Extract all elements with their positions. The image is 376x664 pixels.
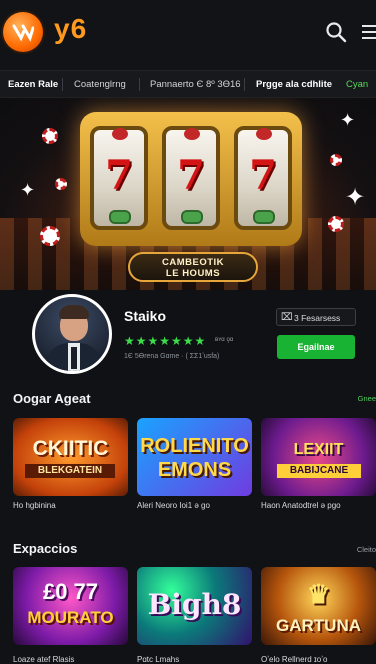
reel-symbol: 7 — [177, 152, 205, 199]
fruit-icon — [181, 210, 203, 224]
avatar-hair — [59, 305, 89, 319]
game-card-art-subtitle: EMONS — [157, 459, 232, 481]
top-header: y6 — [0, 0, 376, 70]
game-card-caption[interactable]: Ho hgbinina — [13, 501, 56, 510]
fruit-icon — [253, 210, 275, 224]
game-card[interactable]: ♛ GARTUNA — [261, 567, 376, 645]
game-card[interactable]: CKIITIC BLEKGATEIN — [13, 418, 128, 496]
search-icon[interactable] — [325, 21, 347, 43]
game-card-art-subtitle: BABIJCANE — [277, 464, 361, 478]
profile-name: Staiko — [124, 308, 167, 324]
reel-symbol: 7 — [249, 152, 277, 199]
menu-icon[interactable] — [362, 25, 376, 39]
casino-chip-icon — [328, 216, 344, 232]
game-card-art-subtitle: BLEKGATEIN — [25, 464, 115, 478]
game-card-emblem-icon: ♛ — [306, 579, 331, 609]
cherry-icon — [184, 128, 200, 140]
game-card-caption[interactable]: Loaze atef Rlasis — [13, 655, 74, 664]
section-title-2: Expaccios — [13, 541, 78, 556]
game-card-art-title: £0 77 — [42, 579, 99, 604]
game-card-art-title: ROLIENITO — [140, 435, 249, 457]
profile-action-button[interactable]: Egailnae — [277, 335, 355, 359]
casino-chip-icon — [330, 154, 342, 166]
slot-reel: 7 — [162, 126, 220, 230]
divider — [62, 78, 63, 91]
game-card[interactable]: Bigh8 — [137, 567, 252, 645]
profile-stat-box: ⌧ 3 Fesarsess — [276, 308, 356, 326]
divider — [244, 78, 245, 91]
cherry-icon — [112, 128, 128, 140]
game-card-art-subtitle: MOURATO — [27, 608, 114, 627]
hero-tag-line2: LE HOUMS — [165, 268, 221, 279]
tab-category-2[interactable]: Coatenglrng — [74, 79, 126, 90]
fruit-icon — [109, 210, 131, 224]
game-card[interactable]: £0 77 MOURATO — [13, 567, 128, 645]
game-card-art-title: Bigh8 — [147, 588, 242, 621]
slot-machine: 7 7 7 — [80, 112, 302, 246]
profile-meta: 1Є 5Өrena Gɑme · ( ΣΣ1ʼusfa) — [124, 353, 220, 360]
avatar-tie — [71, 347, 77, 369]
cherry-icon — [256, 128, 272, 140]
game-card-caption[interactable]: Oʼelo Rellnerd ɪoʼo — [261, 655, 327, 664]
game-card-art-title: GARTUNA — [276, 616, 361, 635]
section-more-link-2[interactable]: Cleito — [357, 545, 376, 554]
game-card[interactable]: LEXIIT BABIJCANE — [261, 418, 376, 496]
profile-stat-text: 3 Fesarsess — [294, 313, 341, 323]
section-title-1: Oogar Ageat — [13, 391, 91, 406]
tab-category-5[interactable]: Cyan — [346, 79, 368, 90]
hero-promo-badge[interactable]: CAMBEOTIK LE HOUMS — [128, 252, 258, 282]
game-card-caption[interactable]: Pɑtc Lmahs — [137, 655, 179, 664]
hero-banner[interactable]: ✦ ✦ ✦ 7 7 7 CAMBEOTIK LE HOUMS — [0, 98, 376, 290]
logo-text[interactable]: y6 — [54, 13, 87, 45]
tab-category-3[interactable]: Pannaerto Є 8º 3Ө16 — [150, 79, 241, 90]
app-root: y6 Eazen Rale Coatenglrng Pannaerto Є 8º… — [0, 0, 376, 664]
game-card[interactable]: ROLIENITO EMONS — [137, 418, 252, 496]
tab-category-1[interactable]: Eazen Rale — [8, 79, 58, 90]
game-card-art-title: LEXIIT — [293, 441, 344, 458]
rating-stars-icon: ★★★★★★★ — [124, 334, 207, 348]
section-more-link-1[interactable]: Gnee — [358, 394, 376, 403]
sparkle-icon: ✦ — [340, 110, 356, 130]
sparkle-icon: ✦ — [20, 180, 36, 200]
hero-tag-line1: CAMBEOTIK — [161, 257, 225, 268]
casino-chip-icon — [55, 178, 67, 190]
game-card-caption[interactable]: Haon Anatodtrel ə pgo — [261, 501, 341, 510]
reel-symbol: 7 — [105, 152, 133, 199]
tab-category-4[interactable]: Prgge ala cdhlite — [256, 79, 332, 90]
divider — [139, 78, 140, 91]
category-tabs: Eazen Rale Coatenglrng Pannaerto Є 8º 3Ө… — [0, 70, 376, 98]
slot-reel: 7 — [90, 126, 148, 230]
profile-card: Staiko ★★★★★★★ ʙʏα ǫα 1Є 5Өrena Gɑme · (… — [0, 290, 376, 380]
rating-chip: ʙʏα ǫα — [215, 337, 234, 343]
game-card-caption[interactable]: Aleri Neoro Ioi1 ə go — [137, 501, 210, 510]
casino-chip-icon — [42, 128, 58, 144]
slot-reel: 7 — [234, 126, 292, 230]
logo-mark-icon[interactable] — [3, 12, 43, 52]
stat-icon: ⌧ — [281, 312, 293, 323]
sparkle-icon: ✦ — [345, 184, 366, 211]
avatar[interactable] — [32, 294, 112, 374]
casino-chip-icon — [40, 226, 60, 246]
game-card-art-title: CKIITIC — [32, 437, 109, 460]
